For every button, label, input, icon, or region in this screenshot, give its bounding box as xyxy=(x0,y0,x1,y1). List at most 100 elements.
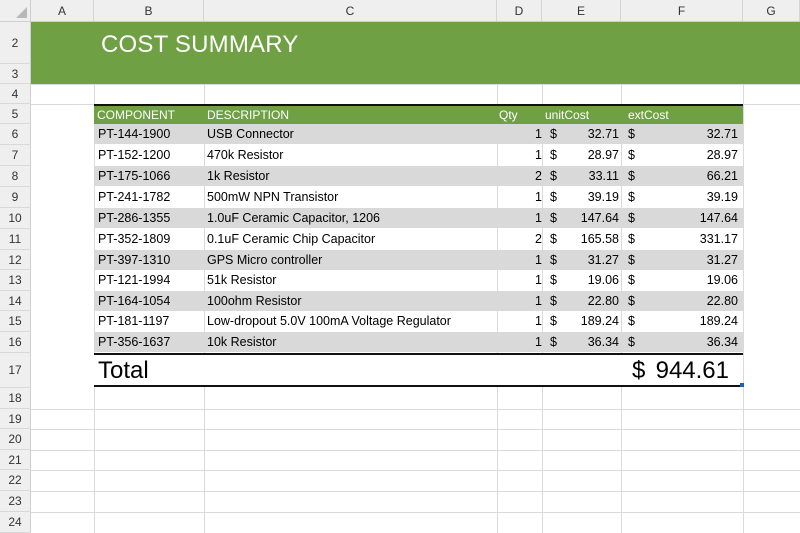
row-header-11[interactable]: 11 xyxy=(0,229,31,250)
row-header-24[interactable]: 24 xyxy=(0,512,31,533)
gridline xyxy=(31,429,800,430)
table-row[interactable]: PT-152-1200 470k Resistor 1 $ 28.97 $ 28… xyxy=(94,145,743,165)
column-header-g[interactable]: G xyxy=(743,0,800,22)
row-header-17[interactable]: 17 xyxy=(0,353,31,388)
header-ext-cost: extCost xyxy=(628,108,669,122)
table-row[interactable]: PT-286-1355 1.0uF Ceramic Capacitor, 120… xyxy=(94,208,743,228)
header-qty: Qty xyxy=(499,108,518,122)
component-cell: PT-241-1782 xyxy=(98,190,171,204)
table-row[interactable]: PT-356-1637 10k Resistor 1 $ 36.34 $ 36.… xyxy=(94,332,743,352)
row-header-12[interactable]: 12 xyxy=(0,250,31,270)
row-header-7[interactable]: 7 xyxy=(0,145,31,166)
unit-cost-cell: 22.80 xyxy=(587,294,619,308)
ext-cost-cell: 66.21 xyxy=(706,169,738,183)
row-header-6[interactable]: 6 xyxy=(0,124,31,145)
title-banner[interactable]: COST SUMMARY xyxy=(31,22,800,84)
header-description: DESCRIPTION xyxy=(207,108,290,122)
column-header-e[interactable]: E xyxy=(542,0,621,22)
currency-symbol: $ xyxy=(550,211,557,225)
row-header-3[interactable]: 3 xyxy=(0,64,31,84)
row-header-23[interactable]: 23 xyxy=(0,491,31,512)
description-cell: GPS Micro controller xyxy=(207,253,323,267)
description-cell: Low-dropout 5.0V 100mA Voltage Regulator xyxy=(207,314,451,328)
row-header-16[interactable]: 16 xyxy=(0,332,31,353)
unit-cost-cell: 189.24 xyxy=(580,314,619,328)
ext-cost-cell: 31.27 xyxy=(706,253,738,267)
currency-symbol: $ xyxy=(550,127,557,141)
ext-cost-cell: 32.71 xyxy=(706,127,738,141)
component-cell: PT-144-1900 xyxy=(98,127,171,141)
description-cell: 0.1uF Ceramic Chip Capacitor xyxy=(207,232,376,246)
unit-cost-cell: 32.71 xyxy=(587,127,619,141)
ext-cost-cell: 36.34 xyxy=(706,335,738,349)
ext-cost-cell: 189.24 xyxy=(699,314,738,328)
component-cell: PT-356-1637 xyxy=(98,335,171,349)
currency-symbol: $ xyxy=(628,127,635,141)
gridline xyxy=(31,491,800,492)
row-header-9[interactable]: 9 xyxy=(0,187,31,208)
row-header-2[interactable]: 2 xyxy=(0,22,31,64)
currency-symbol: $ xyxy=(550,190,557,204)
table-row[interactable]: PT-352-1809 0.1uF Ceramic Chip Capacitor… xyxy=(94,229,743,249)
total-row[interactable]: Total $ 944.61 xyxy=(94,353,743,387)
currency-symbol: $ xyxy=(628,273,635,287)
qty-cell: 1 xyxy=(535,127,542,141)
currency-symbol: $ xyxy=(628,169,635,183)
unit-cost-cell: 33.11 xyxy=(588,169,619,183)
column-header-b[interactable]: B xyxy=(94,0,204,22)
gridline xyxy=(31,470,800,471)
row-header-4[interactable]: 4 xyxy=(0,84,31,104)
component-cell: PT-352-1809 xyxy=(98,232,171,246)
row-header-21[interactable]: 21 xyxy=(0,450,31,470)
row-header-10[interactable]: 10 xyxy=(0,208,31,229)
table-row[interactable]: PT-241-1782 500mW NPN Transistor 1 $ 39.… xyxy=(94,187,743,207)
component-cell: PT-164-1054 xyxy=(98,294,171,308)
unit-cost-cell: 147.64 xyxy=(580,211,619,225)
table-header-row[interactable]: COMPONENT DESCRIPTION Qty unitCost extCo… xyxy=(94,104,743,124)
column-header-f[interactable]: F xyxy=(621,0,743,22)
currency-symbol: $ xyxy=(628,335,635,349)
gridline xyxy=(31,512,800,513)
table-row[interactable]: PT-164-1054 100ohm Resistor 1 $ 22.80 $ … xyxy=(94,291,743,311)
row-header-15[interactable]: 15 xyxy=(0,311,31,332)
column-header-a[interactable]: A xyxy=(31,0,94,22)
row-header-22[interactable]: 22 xyxy=(0,470,31,491)
table-row[interactable]: PT-121-1994 51k Resistor 1 $ 19.06 $ 19.… xyxy=(94,270,743,290)
column-header-c[interactable]: C xyxy=(204,0,497,22)
table-row[interactable]: PT-397-1310 GPS Micro controller 1 $ 31.… xyxy=(94,250,743,270)
column-header-d[interactable]: D xyxy=(497,0,542,22)
currency-symbol: $ xyxy=(550,314,557,328)
currency-symbol: $ xyxy=(628,314,635,328)
row-header-5[interactable]: 5 xyxy=(0,104,31,124)
gridline xyxy=(31,84,800,85)
currency-symbol: $ xyxy=(550,253,557,267)
qty-cell: 2 xyxy=(535,232,542,246)
row-header-8[interactable]: 8 xyxy=(0,166,31,187)
row-header-13[interactable]: 13 xyxy=(0,270,31,291)
select-all-corner[interactable] xyxy=(0,0,31,22)
spreadsheet-grid[interactable]: A B C D E F G 2 3 4 5 6 7 8 9 10 11 12 1… xyxy=(0,0,800,533)
unit-cost-cell: 19.06 xyxy=(587,273,619,287)
ext-cost-cell: 147.64 xyxy=(699,211,738,225)
description-cell: 470k Resistor xyxy=(207,148,284,162)
unit-cost-cell: 28.97 xyxy=(587,148,619,162)
component-cell: PT-397-1310 xyxy=(98,253,171,267)
component-cell: PT-175-1066 xyxy=(98,169,171,183)
currency-symbol: $ xyxy=(628,190,635,204)
row-header-14[interactable]: 14 xyxy=(0,291,31,311)
currency-symbol: $ xyxy=(550,273,557,287)
description-cell: 10k Resistor xyxy=(207,335,277,349)
table-row[interactable]: PT-144-1900 USB Connector 1 $ 32.71 $ 32… xyxy=(94,124,743,144)
table-row[interactable]: PT-175-1066 1k Resistor 2 $ 33.11 $ 66.2… xyxy=(94,166,743,186)
fill-handle[interactable] xyxy=(740,383,744,387)
currency-symbol: $ xyxy=(628,211,635,225)
unit-cost-cell: 165.58 xyxy=(580,232,619,246)
gridline xyxy=(31,450,800,451)
table-row[interactable]: PT-181-1197 Low-dropout 5.0V 100mA Volta… xyxy=(94,311,743,331)
row-header-18[interactable]: 18 xyxy=(0,388,31,409)
description-cell: USB Connector xyxy=(207,127,294,141)
ext-cost-cell: 331.17 xyxy=(699,232,738,246)
row-header-20[interactable]: 20 xyxy=(0,429,31,450)
qty-cell: 1 xyxy=(535,273,542,287)
row-header-19[interactable]: 19 xyxy=(0,409,31,429)
